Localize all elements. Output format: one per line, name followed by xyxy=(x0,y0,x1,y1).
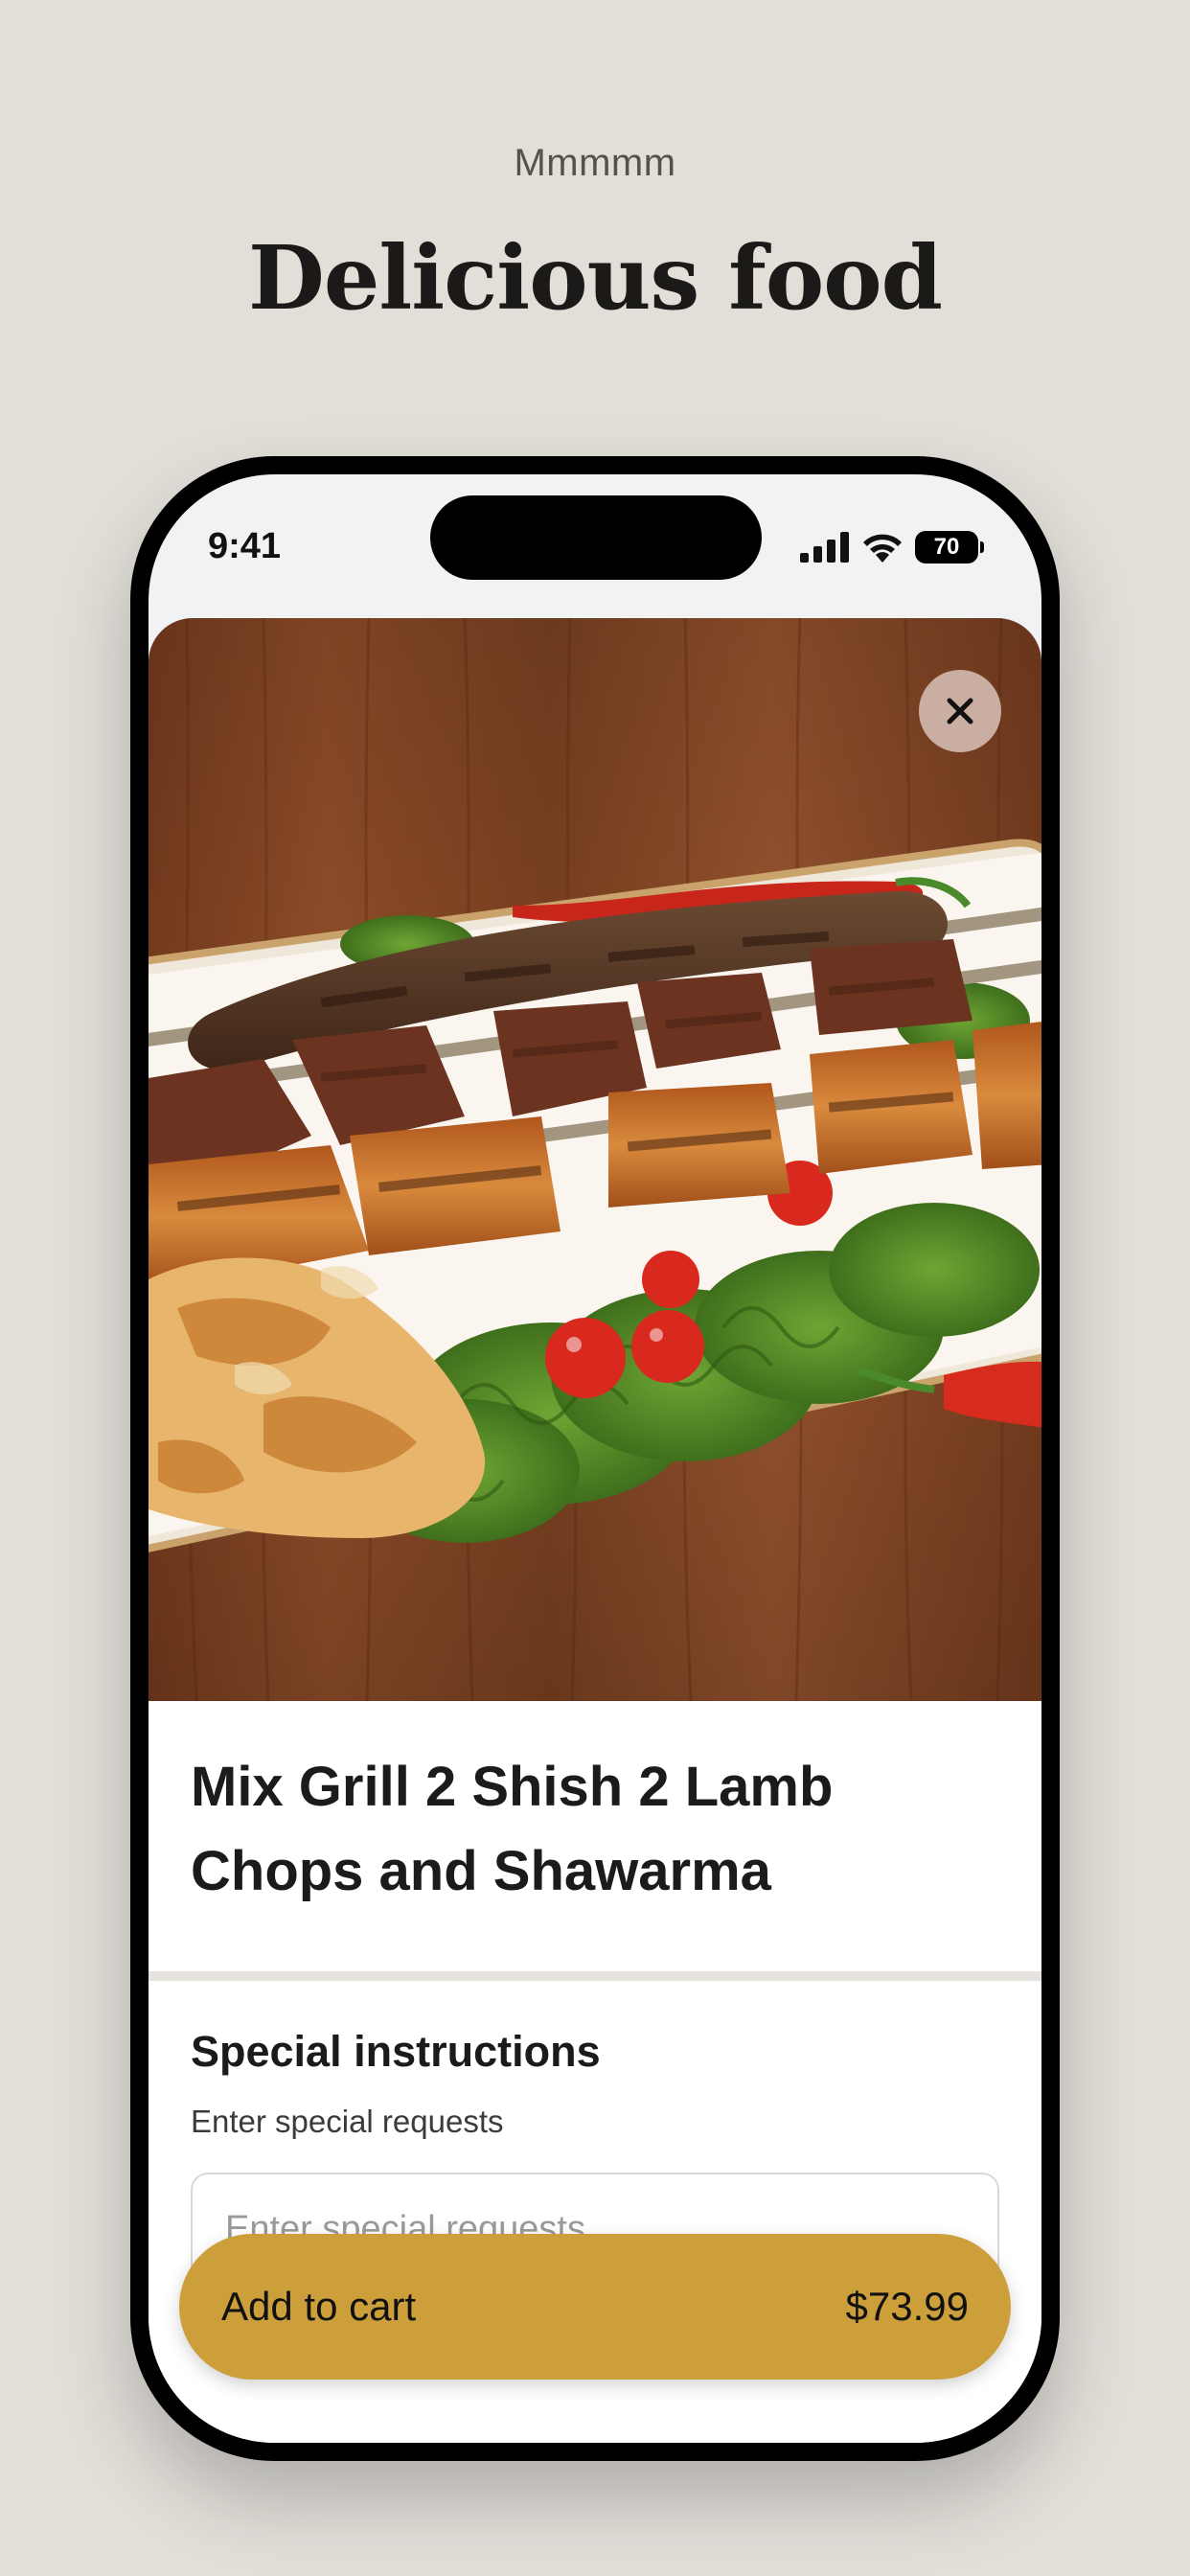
wifi-icon xyxy=(863,534,902,563)
cellular-signal-icon xyxy=(800,532,849,563)
cart-price: $73.99 xyxy=(845,2284,969,2329)
item-title: Mix Grill 2 Shish 2 Lamb Chops and Shawa… xyxy=(191,1756,834,1902)
add-to-cart-label: Add to cart xyxy=(221,2284,417,2329)
status-bar: 9:41 70 xyxy=(149,474,1041,618)
item-detail-sheet: Mix Grill 2 Shish 2 Lamb Chops and Shawa… xyxy=(149,618,1041,2443)
battery-icon: 70 xyxy=(915,531,984,564)
eyebrow-text: Mmmmm xyxy=(514,142,676,184)
food-photo xyxy=(149,618,1041,1701)
battery-level: 70 xyxy=(933,534,960,560)
dynamic-island xyxy=(430,495,762,580)
headline: Delicious food xyxy=(248,226,943,330)
close-icon xyxy=(947,698,973,724)
phone-screen: 9:41 70 Mix Grill 2 Shish 2 Lamb Chops a… xyxy=(149,474,1041,2443)
phone-frame: 9:41 70 Mix Grill 2 Shish 2 Lamb Chops a… xyxy=(130,456,1060,2461)
section-divider xyxy=(149,1971,1041,1981)
close-button[interactable] xyxy=(919,670,1001,752)
status-icons: 70 xyxy=(800,528,984,566)
special-instructions-subtitle: Enter special requests xyxy=(191,2104,504,2139)
add-to-cart-button[interactable]: Add to cart $73.99 xyxy=(179,2234,1011,2380)
special-instructions-title: Special instructions xyxy=(191,2027,601,2076)
status-time: 9:41 xyxy=(208,526,282,566)
